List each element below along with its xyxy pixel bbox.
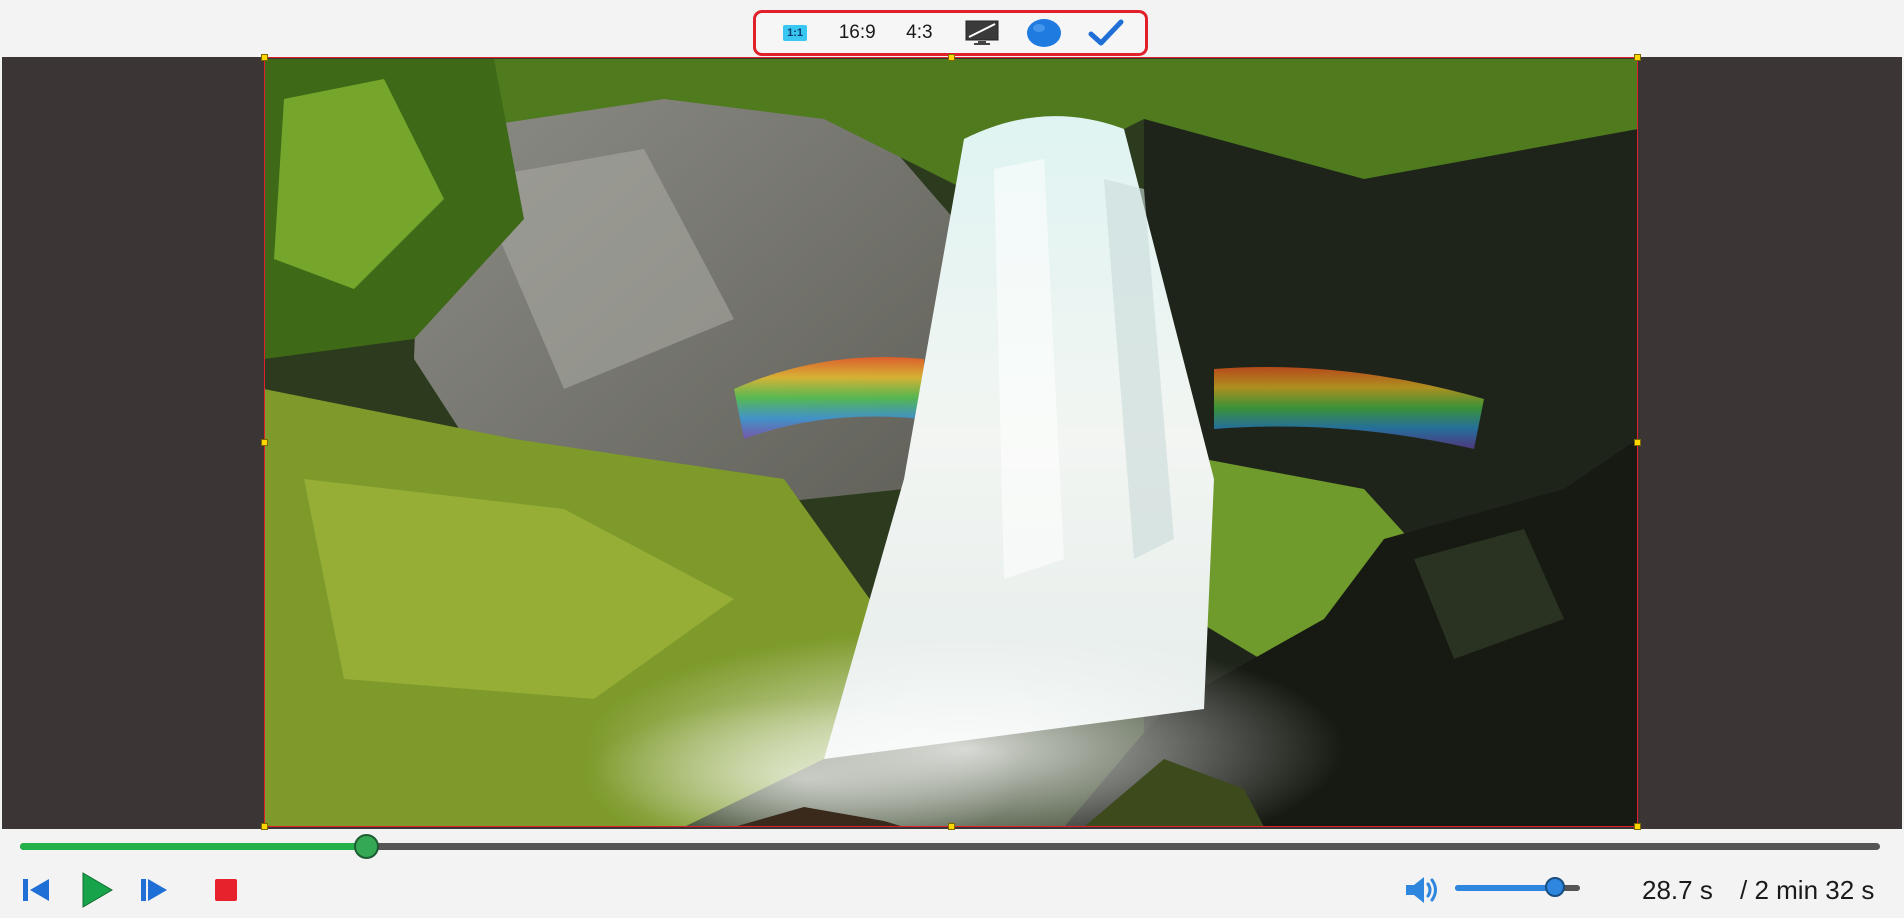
monitor-icon [965,20,999,45]
ratio-1-1-button[interactable]: 1:1 [773,15,817,51]
volume-slider[interactable] [1455,877,1580,897]
play-icon [82,872,113,908]
current-time: 28.7 s [1642,875,1713,905]
crop-toolbar: 1:1 16:9 4:3 [753,10,1148,56]
volume-fill [1455,885,1555,891]
speaker-icon [1406,877,1437,903]
ratio-1-1-label: 1:1 [783,25,808,41]
mute-button[interactable] [1403,872,1443,908]
volume-thumb[interactable] [1545,877,1565,897]
ratio-4-3-button[interactable]: 4:3 [897,15,941,51]
total-duration: / 2 min 32 s [1740,875,1875,905]
ellipse-crop-button[interactable] [1022,15,1066,51]
next-frame-button[interactable] [136,872,172,908]
seek-thumb[interactable] [353,834,379,859]
apply-crop-button[interactable] [1084,15,1128,51]
step-forward-icon [141,879,167,901]
stop-button[interactable] [210,872,242,908]
stop-icon [215,879,237,901]
circle-icon [1026,19,1061,47]
ratio-4-3-label: 4:3 [906,22,933,43]
checkmark-icon [1088,19,1124,46]
video-frame-waterfall [264,59,1638,827]
ratio-16-9-label: 16:9 [838,22,876,43]
video-preview-area [2,57,1902,829]
free-crop-button[interactable] [960,15,1004,51]
ratio-16-9-button[interactable]: 16:9 [835,15,879,51]
step-back-icon [23,879,49,901]
previous-frame-button[interactable] [18,872,54,908]
seek-progress-fill [20,843,366,850]
seek-bar[interactable] [20,834,1880,859]
play-button[interactable] [78,872,116,908]
